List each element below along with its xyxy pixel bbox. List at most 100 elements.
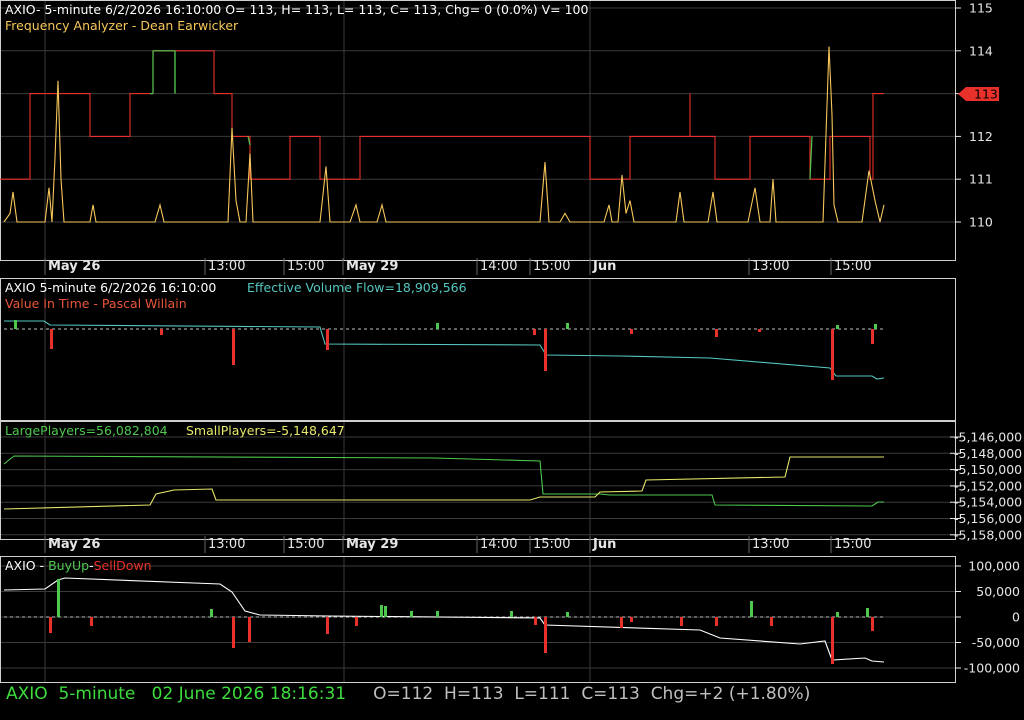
buyup-label: BuyUp: [48, 558, 89, 573]
p1-ytick-label-0: 115: [969, 1, 993, 16]
p4-bar-16: [620, 617, 623, 628]
p3-series-0: [3, 455, 884, 507]
p4-bar-24: [866, 608, 869, 617]
p4-bar-4: [232, 617, 235, 648]
panel2-header: AXIO 5-minute 6/2/2026 16:10:00: [5, 280, 216, 295]
time-label-0-4: 14:00: [480, 259, 517, 274]
p2-bar-15: [14, 320, 17, 329]
p4-bar-25: [871, 617, 874, 631]
p4-bar-10: [410, 611, 413, 617]
selldown-label: SellDown: [94, 558, 152, 573]
p2-bar-3: [326, 329, 329, 350]
time-label-0-8: 15:00: [834, 259, 871, 274]
time-label-0-1: 13:00: [208, 259, 245, 274]
p2-bar-0: [50, 329, 53, 349]
p1-ytick-label-5: 110: [969, 215, 993, 230]
p4-bar-9: [384, 606, 387, 617]
panel4-frame: [0, 556, 956, 683]
p2-bar-13: [871, 329, 874, 344]
p3-ytick-label-4: -5,154,000: [954, 495, 1022, 510]
p2-bar-7: [566, 323, 569, 329]
status-symbol: AXIO: [6, 684, 48, 704]
p4-bar-20: [750, 601, 753, 617]
p3-ytick-label-2: -5,150,000: [954, 462, 1022, 477]
p4-bar-7: [355, 617, 358, 626]
status-datetime: 02 June 2026 18:16:31: [151, 684, 347, 704]
p1-series-1: [3, 46, 885, 223]
p2-bar-2: [160, 329, 163, 335]
time-label-1-3: May 29: [346, 537, 398, 552]
panel1-header: AXIO- 5-minute 6/2/2026 16:10:00 O= 113,…: [5, 2, 589, 17]
panel3-frame: [0, 421, 956, 540]
p4-bar-8: [380, 605, 383, 617]
last-price-value: 113: [974, 87, 998, 102]
time-label-0-7: 13:00: [752, 259, 789, 274]
p4-bar-17: [630, 617, 633, 622]
p4-bar-18: [680, 617, 683, 626]
p2-bar-6: [544, 329, 547, 371]
buyup-selldown-title: AXIO - BuyUp-SellDown: [5, 558, 152, 573]
p4-bar-2: [90, 617, 93, 626]
p4-ytick-label-2: 0: [1012, 610, 1020, 625]
time-label-1-4: 14:00: [480, 537, 517, 552]
p4-bar-6: [326, 617, 329, 634]
p2-bar-10: [758, 329, 761, 332]
p2-series-0: [4, 320, 885, 380]
p2-bar-5: [533, 329, 536, 335]
p4-bar-22: [831, 617, 834, 664]
p4-bar-23: [836, 612, 839, 617]
status-bar: AXIO 5-minute 02 June 2026 18:16:31 O=11…: [6, 684, 810, 704]
status-close: C=113: [581, 684, 640, 704]
time-label-0-5: 15:00: [533, 259, 570, 274]
time-label-0-3: May 29: [346, 259, 398, 274]
p1-ytick-label-3: 112: [969, 129, 993, 144]
time-label-1-1: 13:00: [208, 537, 245, 552]
evf-label: Effective Volume Flow=18,909,566: [247, 280, 467, 295]
p2-bar-14: [874, 324, 877, 329]
time-label-1-2: 15:00: [287, 537, 324, 552]
status-high: H=113: [444, 684, 504, 704]
p4-bar-14: [544, 617, 547, 653]
status-low: L=111: [514, 684, 571, 704]
p4-bar-5: [248, 617, 251, 642]
p2-bar-1: [232, 329, 235, 365]
p4-bar-13: [534, 617, 537, 625]
p4-ytick-label-4: -100,000: [964, 661, 1020, 676]
p4-bar-15: [566, 612, 569, 617]
p3-ytick-label-0: -5,146,000: [954, 430, 1022, 445]
p1-ytick-label-1: 114: [969, 43, 993, 58]
status-open: O=112: [373, 684, 434, 704]
time-label-0-0: May 26: [48, 259, 100, 274]
p4-bar-11: [436, 611, 439, 617]
p2-bar-9: [715, 329, 718, 337]
small-players-label: SmallPlayers=-5,148,647: [186, 423, 345, 438]
p4-bar-0: [49, 617, 52, 633]
p2-bar-4: [436, 323, 439, 329]
p4-ytick-label-0: 100,000: [968, 559, 1020, 574]
time-label-1-6: Jun: [592, 537, 616, 552]
p4-ytick-label-1: 50,000: [976, 584, 1020, 599]
time-label-0-6: Jun: [592, 259, 616, 274]
time-label-1-5: 15:00: [533, 537, 570, 552]
time-label-1-0: May 26: [48, 537, 100, 552]
status-interval: 5-minute: [58, 684, 136, 704]
p4-bar-3: [210, 609, 213, 617]
panel4-prefix: AXIO -: [5, 558, 48, 573]
p4-bar-19: [715, 617, 718, 626]
p2-bar-12: [836, 325, 839, 329]
chart-canvas: 115114113112111110-5,146,000-5,148,000-5…: [0, 0, 1022, 683]
p4-ytick-label-3: -50,000: [972, 635, 1020, 650]
p4-bar-12: [510, 611, 513, 617]
large-players-label: LargePlayers=56,082,804: [5, 423, 168, 438]
p2-bar-8: [630, 329, 633, 334]
time-label-1-8: 15:00: [834, 537, 871, 552]
frequency-analyzer-label: Frequency Analyzer - Dean Earwicker: [5, 18, 239, 33]
status-change: Chg=+2 (+1.80%): [650, 684, 811, 704]
p3-ytick-label-6: -5,158,000: [954, 527, 1022, 542]
p2-bar-11: [831, 329, 834, 380]
p3-ytick-label-5: -5,156,000: [954, 511, 1022, 526]
last-price-badge: 113: [958, 87, 999, 102]
p4-bar-21: [770, 617, 773, 626]
p1-ytick-label-4: 111: [969, 172, 993, 187]
p3-ytick-label-1: -5,148,000: [954, 446, 1022, 461]
